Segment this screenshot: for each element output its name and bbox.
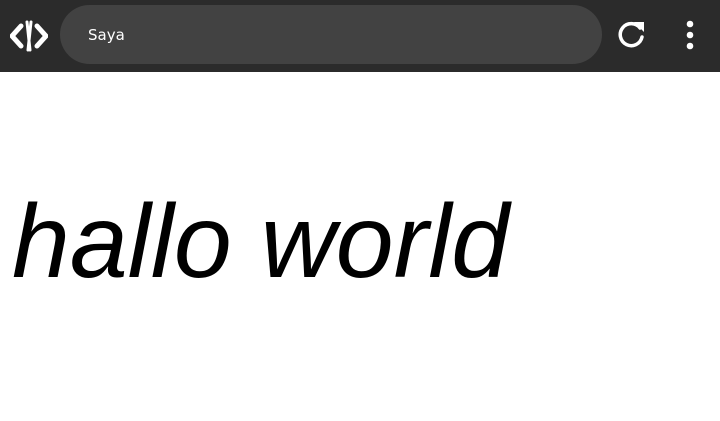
page-content: hallo world	[0, 72, 720, 421]
more-vertical-icon[interactable]	[678, 18, 702, 52]
address-text: Saya	[88, 25, 125, 44]
address-bar[interactable]: Saya	[60, 5, 602, 64]
reload-icon[interactable]	[614, 18, 648, 52]
browser-toolbar: Saya	[0, 0, 720, 72]
code-logo-icon[interactable]	[9, 18, 49, 54]
page-heading: hallo world	[12, 184, 510, 300]
